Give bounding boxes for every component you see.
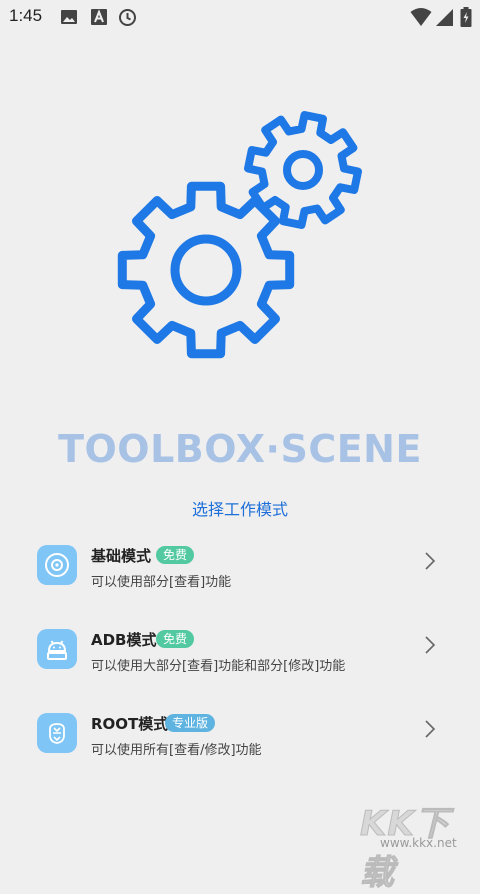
mode-description: 可以使用所有[查看/修改]功能	[91, 743, 262, 758]
mode-title: ROOT模式	[91, 715, 169, 733]
gears-illustration	[117, 111, 362, 359]
pro-badge: 专业版	[165, 714, 216, 732]
watermark: KK下载 www.kkx.net	[360, 796, 480, 894]
free-badge: 免费	[156, 546, 195, 564]
chevron-right-icon	[425, 720, 436, 738]
mode-title: ADB模式	[91, 631, 157, 649]
mode-title: 基础模式	[91, 547, 152, 565]
android-icon	[37, 629, 77, 669]
free-badge: 免费	[156, 630, 195, 648]
mode-item-basic[interactable]: 基础模式 免费 可以使用部分[查看]功能	[0, 545, 480, 629]
app-title: TOOLBOX·SCENE	[58, 427, 422, 471]
mode-description: 可以使用大部分[查看]功能和部分[修改]功能	[91, 659, 346, 674]
mode-item-root[interactable]: ROOT模式 专业版 可以使用所有[查看/修改]功能	[0, 713, 480, 797]
chip-icon	[37, 713, 77, 753]
disc-icon	[37, 545, 77, 585]
small-gear	[244, 111, 362, 229]
chevron-right-icon	[425, 552, 436, 570]
mode-select-subtitle: 选择工作模式	[191, 500, 288, 519]
mode-description: 可以使用部分[查看]功能	[91, 575, 232, 590]
mode-item-adb[interactable]: ADB模式 免费 可以使用大部分[查看]功能和部分[修改]功能	[0, 629, 480, 713]
chevron-right-icon	[425, 636, 436, 654]
watermark-url: www.kkx.net	[380, 836, 457, 850]
